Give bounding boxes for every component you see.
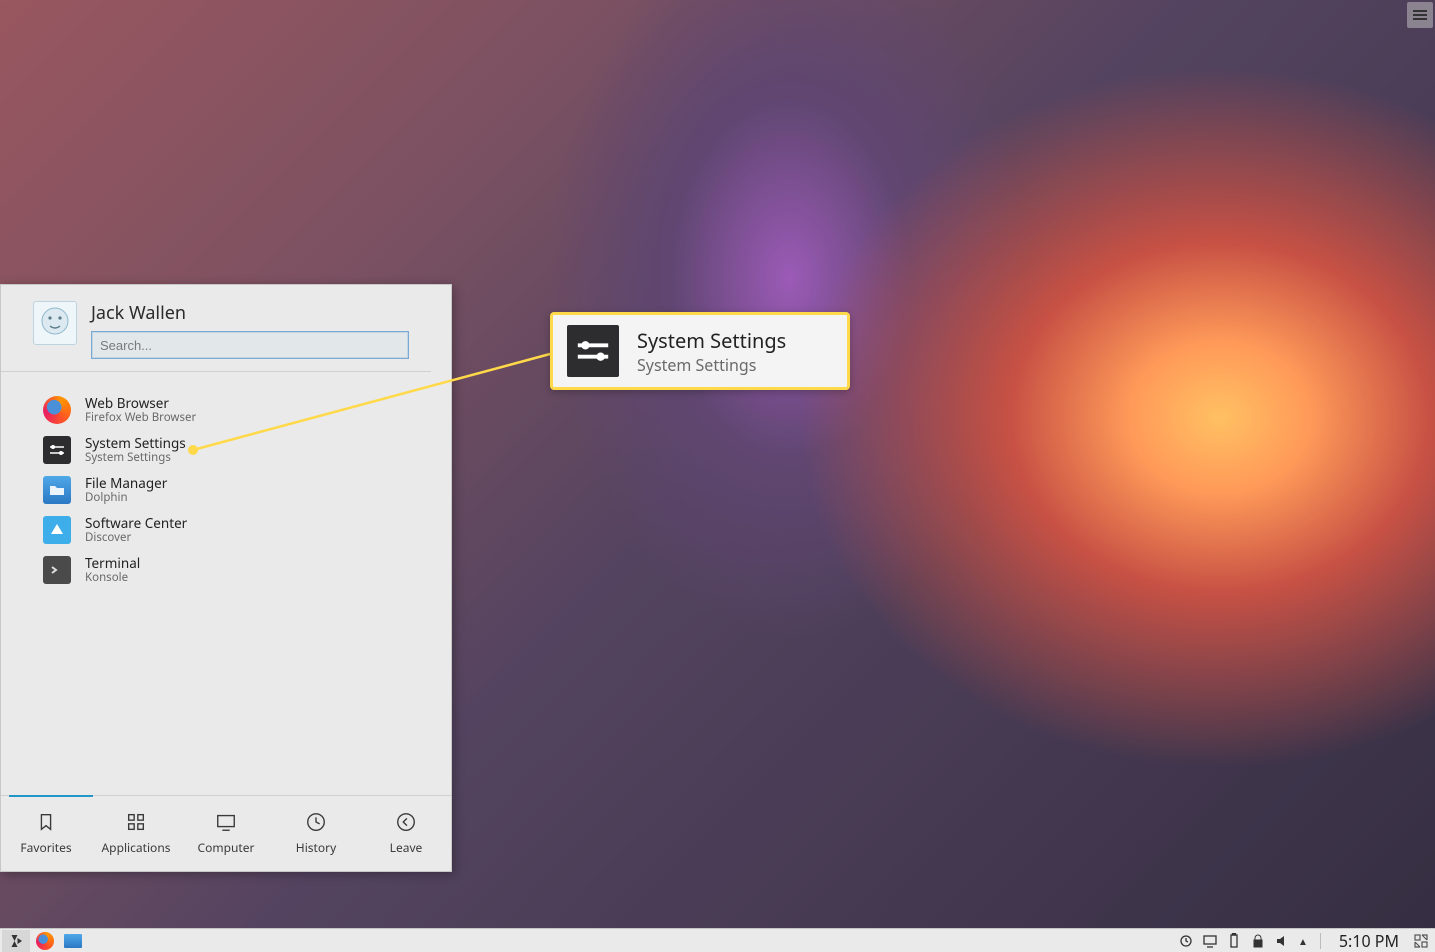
monitor-icon <box>215 811 237 833</box>
favorite-terminal[interactable]: Terminal Konsole <box>43 550 431 590</box>
annotation-callout: System Settings System Settings <box>550 312 850 390</box>
tab-label: Applications <box>102 839 171 856</box>
tray-show-desktop-icon[interactable] <box>1413 933 1429 949</box>
avatar-face-icon <box>37 305 73 341</box>
favorite-label: Terminal <box>85 556 140 572</box>
launcher-tabs: Favorites Applications Computer History … <box>1 795 451 871</box>
desktop-wallpaper[interactable]: Jack Wallen Web Browser Firefox Web Brow… <box>0 0 1435 928</box>
clock-icon <box>305 811 327 833</box>
terminal-icon <box>43 556 71 584</box>
tab-computer[interactable]: Computer <box>181 796 271 871</box>
favorite-sublabel: Firefox Web Browser <box>85 411 196 424</box>
favorite-label: Software Center <box>85 516 187 532</box>
application-launcher: Jack Wallen Web Browser Firefox Web Brow… <box>0 284 452 872</box>
taskbar-firefox-button[interactable] <box>32 930 58 952</box>
favorite-sublabel: Konsole <box>85 571 140 584</box>
tab-favorites[interactable]: Favorites <box>1 796 91 871</box>
discover-icon <box>43 516 71 544</box>
tab-history[interactable]: History <box>271 796 361 871</box>
back-icon <box>395 811 417 833</box>
username-label: Jack Wallen <box>91 301 409 325</box>
firefox-icon <box>36 932 54 950</box>
tray-lock-icon[interactable] <box>1250 933 1266 949</box>
tab-label: Favorites <box>20 839 71 856</box>
favorite-file-manager[interactable]: File Manager Dolphin <box>43 470 431 510</box>
search-input[interactable] <box>91 331 409 359</box>
tray-expand-button[interactable]: ▲ <box>1298 934 1308 948</box>
favorite-label: Web Browser <box>85 396 196 412</box>
tray-battery-icon[interactable] <box>1226 933 1242 949</box>
taskbar-dolphin-button[interactable] <box>60 930 86 952</box>
favorite-sublabel: System Settings <box>85 451 186 464</box>
user-avatar[interactable] <box>33 301 77 345</box>
favorite-web-browser[interactable]: Web Browser Firefox Web Browser <box>43 390 431 430</box>
favorite-label: System Settings <box>85 436 186 452</box>
taskbar-clock[interactable]: 5:10 PM <box>1333 930 1405 952</box>
tab-label: Computer <box>198 839 255 856</box>
tray-volume-icon[interactable] <box>1274 933 1290 949</box>
favorites-list: Web Browser Firefox Web Browser System S… <box>1 378 451 795</box>
kde-logo-icon <box>7 932 25 950</box>
taskbar: ▲ 5:10 PM <box>0 928 1435 952</box>
favorite-label: File Manager <box>85 476 167 492</box>
favorite-sublabel: Discover <box>85 531 187 544</box>
favorite-system-settings[interactable]: System Settings System Settings <box>43 430 431 470</box>
firefox-icon <box>43 396 71 424</box>
tab-label: Leave <box>390 839 423 856</box>
tray-updates-icon[interactable] <box>1178 933 1194 949</box>
settings-icon <box>43 436 71 464</box>
bookmark-icon <box>35 811 57 833</box>
desktop-menu-button[interactable] <box>1407 2 1433 28</box>
tab-label: History <box>296 839 336 856</box>
grid-icon <box>125 811 147 833</box>
favorite-sublabel: Dolphin <box>85 491 167 504</box>
tray-display-icon[interactable] <box>1202 933 1218 949</box>
tab-applications[interactable]: Applications <box>91 796 181 871</box>
dolphin-icon <box>43 476 71 504</box>
dolphin-icon <box>64 934 82 948</box>
launcher-header: Jack Wallen <box>1 285 431 372</box>
taskbar-launcher-button[interactable] <box>2 930 30 952</box>
tab-leave[interactable]: Leave <box>361 796 451 871</box>
tray-separator <box>1320 933 1321 949</box>
active-tab-indicator <box>9 795 93 797</box>
favorite-software-center[interactable]: Software Center Discover <box>43 510 431 550</box>
settings-icon <box>567 325 619 377</box>
callout-subtitle: System Settings <box>637 354 786 376</box>
callout-title: System Settings <box>637 327 786 354</box>
